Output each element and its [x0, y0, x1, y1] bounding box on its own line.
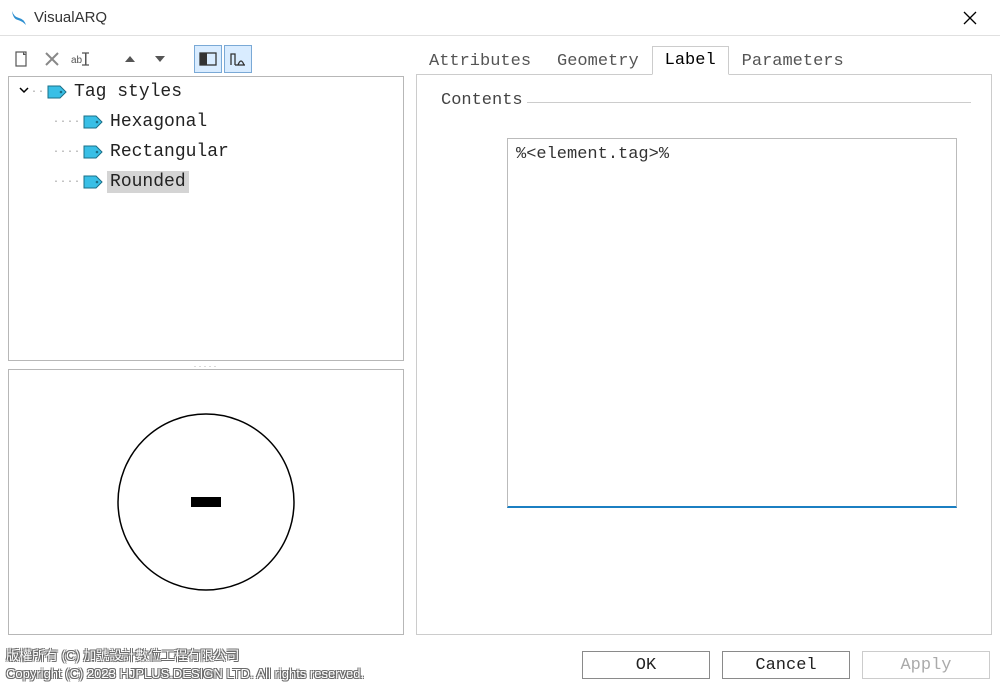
right-column: AttributesGeometryLabelParameters Conten… — [410, 36, 1000, 641]
contents-label: Contents — [437, 91, 527, 110]
cancel-button[interactable]: Cancel — [722, 651, 850, 679]
tree-item-label: Rectangular — [107, 141, 232, 163]
tabs-bar: AttributesGeometryLabelParameters — [416, 42, 992, 74]
style-tree[interactable]: ·· Tag styles ····Hexagonal····Rectangul… — [8, 76, 404, 361]
tag-icon — [83, 175, 103, 189]
preview-mode-button[interactable] — [224, 45, 252, 73]
collapse-toggle[interactable] — [17, 85, 31, 99]
move-down-button[interactable] — [146, 45, 174, 73]
tree-item[interactable]: ····Rectangular — [9, 137, 403, 167]
svg-text:ab: ab — [71, 55, 83, 66]
move-up-button[interactable] — [116, 45, 144, 73]
ok-button[interactable]: OK — [582, 651, 710, 679]
tree-item[interactable]: ····Hexagonal — [9, 107, 403, 137]
window-title: VisualARQ — [34, 9, 107, 26]
copyright: 版權所有 (C) 加號設計數位工程有限公司 Copyright (C) 2023… — [6, 647, 364, 682]
contents-fieldset: Contents %<element.tag>% — [437, 91, 971, 508]
toolbar: ab — [8, 42, 404, 76]
delete-button[interactable] — [38, 45, 66, 73]
tree-item-label: Hexagonal — [107, 111, 210, 133]
tab-attributes[interactable]: Attributes — [416, 47, 544, 75]
tab-geometry[interactable]: Geometry — [544, 47, 652, 75]
tree-item-label: Rounded — [107, 171, 189, 193]
contents-textbox[interactable]: %<element.tag>% — [507, 138, 957, 508]
left-column: ab ·· — [0, 36, 410, 641]
tab-label[interactable]: Label — [652, 46, 729, 75]
titlebar: VisualARQ — [0, 0, 1000, 36]
tab-parameters[interactable]: Parameters — [729, 47, 857, 75]
tag-icon — [47, 85, 67, 99]
preview-shape — [106, 402, 306, 602]
tab-content-label: Contents %<element.tag>% — [416, 74, 992, 635]
rename-button[interactable]: ab — [68, 45, 96, 73]
tree-item[interactable]: ····Rounded — [9, 167, 403, 197]
new-style-button[interactable] — [8, 45, 36, 73]
footer-buttons: OK Cancel Apply — [582, 651, 990, 679]
footer: 版權所有 (C) 加號設計數位工程有限公司 Copyright (C) 2023… — [0, 641, 1000, 695]
tag-icon — [83, 115, 103, 129]
panel-layout-button[interactable] — [194, 45, 222, 73]
horizontal-splitter[interactable]: ····· — [8, 361, 404, 369]
tag-icon — [83, 145, 103, 159]
tree-root-label: Tag styles — [71, 81, 185, 103]
main-area: ab ·· — [0, 36, 1000, 641]
apply-button: Apply — [862, 651, 990, 679]
close-button[interactable] — [950, 0, 990, 36]
preview-panel — [8, 369, 404, 635]
tree-root-row[interactable]: ·· Tag styles — [9, 77, 403, 107]
app-icon — [10, 9, 28, 27]
